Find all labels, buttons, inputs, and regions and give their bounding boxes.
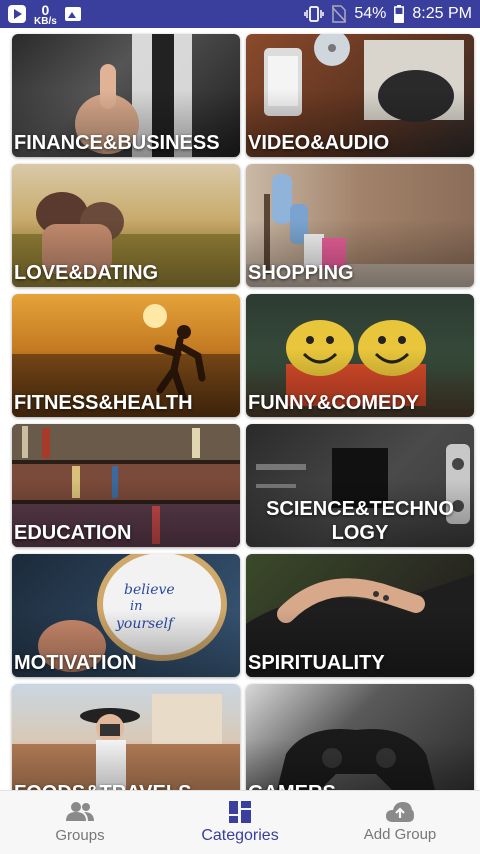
- nav-add-group-label: Add Group: [363, 826, 437, 843]
- clock: 8:25 PM: [412, 5, 472, 22]
- category-label: SHOPPING: [248, 262, 354, 284]
- vibrate-icon: [304, 6, 325, 22]
- category-label: LOVE&DATING: [14, 262, 159, 284]
- network-speed-unit: KB/s: [34, 15, 57, 27]
- category-label: FITNESS&HEALTH: [14, 392, 193, 414]
- category-label: GAMERS: [248, 781, 472, 790]
- category-tile-video-audio[interactable]: VIDEO&AUDIO: [246, 34, 474, 157]
- bottom-navigation: Groups Categories Add Group: [0, 790, 480, 854]
- category-tile-education[interactable]: EDUCATION: [12, 424, 240, 547]
- category-tile-funny-comedy[interactable]: FUNNY&COMEDY: [246, 294, 474, 417]
- no-sim-icon: [332, 5, 347, 23]
- category-label: EDUCATION: [14, 522, 132, 544]
- category-label: SCIENCE&TECHNOLOGY: [266, 498, 454, 544]
- status-bar: 0 KB/s 54% 8:25 PM: [0, 0, 480, 28]
- dashboard-icon: [229, 800, 251, 823]
- people-icon: [66, 802, 94, 821]
- nav-categories-label: Categories: [201, 826, 279, 844]
- category-tile-motivation[interactable]: believe in yourself MOTIVATION: [12, 554, 240, 677]
- nav-add-group[interactable]: Add Group: [320, 791, 480, 854]
- play-store-icon: [8, 5, 26, 23]
- category-label: VIDEO&AUDIO: [248, 132, 390, 154]
- battery-percent: 54%: [354, 5, 387, 22]
- category-tile-foods-travels[interactable]: FOODS&TRAVELS: [12, 684, 240, 790]
- category-grid: FINANCE&BUSINESS VIDEO&AUDIO LOVE&DATING: [0, 28, 480, 790]
- category-tile-shopping[interactable]: SHOPPING: [246, 164, 474, 287]
- category-tile-finance-business[interactable]: FINANCE&BUSINESS: [12, 34, 240, 157]
- battery-icon: [394, 5, 405, 23]
- cloud-upload-icon: [386, 802, 414, 822]
- category-tile-spirituality[interactable]: SPIRITUALITY: [246, 554, 474, 677]
- nav-groups-label: Groups: [55, 827, 105, 844]
- network-speed-value: 0: [41, 1, 50, 18]
- category-tile-love-dating[interactable]: LOVE&DATING: [12, 164, 240, 287]
- nav-categories[interactable]: Categories: [160, 791, 320, 854]
- category-label: FOODS&TRAVELS: [14, 781, 238, 790]
- image-notification-icon: [64, 7, 81, 21]
- category-label: SPIRITUALITY: [248, 652, 385, 674]
- network-speed: 0 KB/s: [34, 1, 57, 27]
- category-label: MOTIVATION: [14, 652, 137, 674]
- category-label: FINANCE&BUSINESS: [14, 132, 220, 154]
- category-tile-fitness-health[interactable]: FITNESS&HEALTH: [12, 294, 240, 417]
- category-tile-gamers[interactable]: GAMERS: [246, 684, 474, 790]
- nav-groups[interactable]: Groups: [0, 791, 160, 854]
- category-label: FUNNY&COMEDY: [248, 392, 420, 414]
- category-tile-science-technology[interactable]: SCIENCE&TECHNOLOGY: [246, 424, 474, 547]
